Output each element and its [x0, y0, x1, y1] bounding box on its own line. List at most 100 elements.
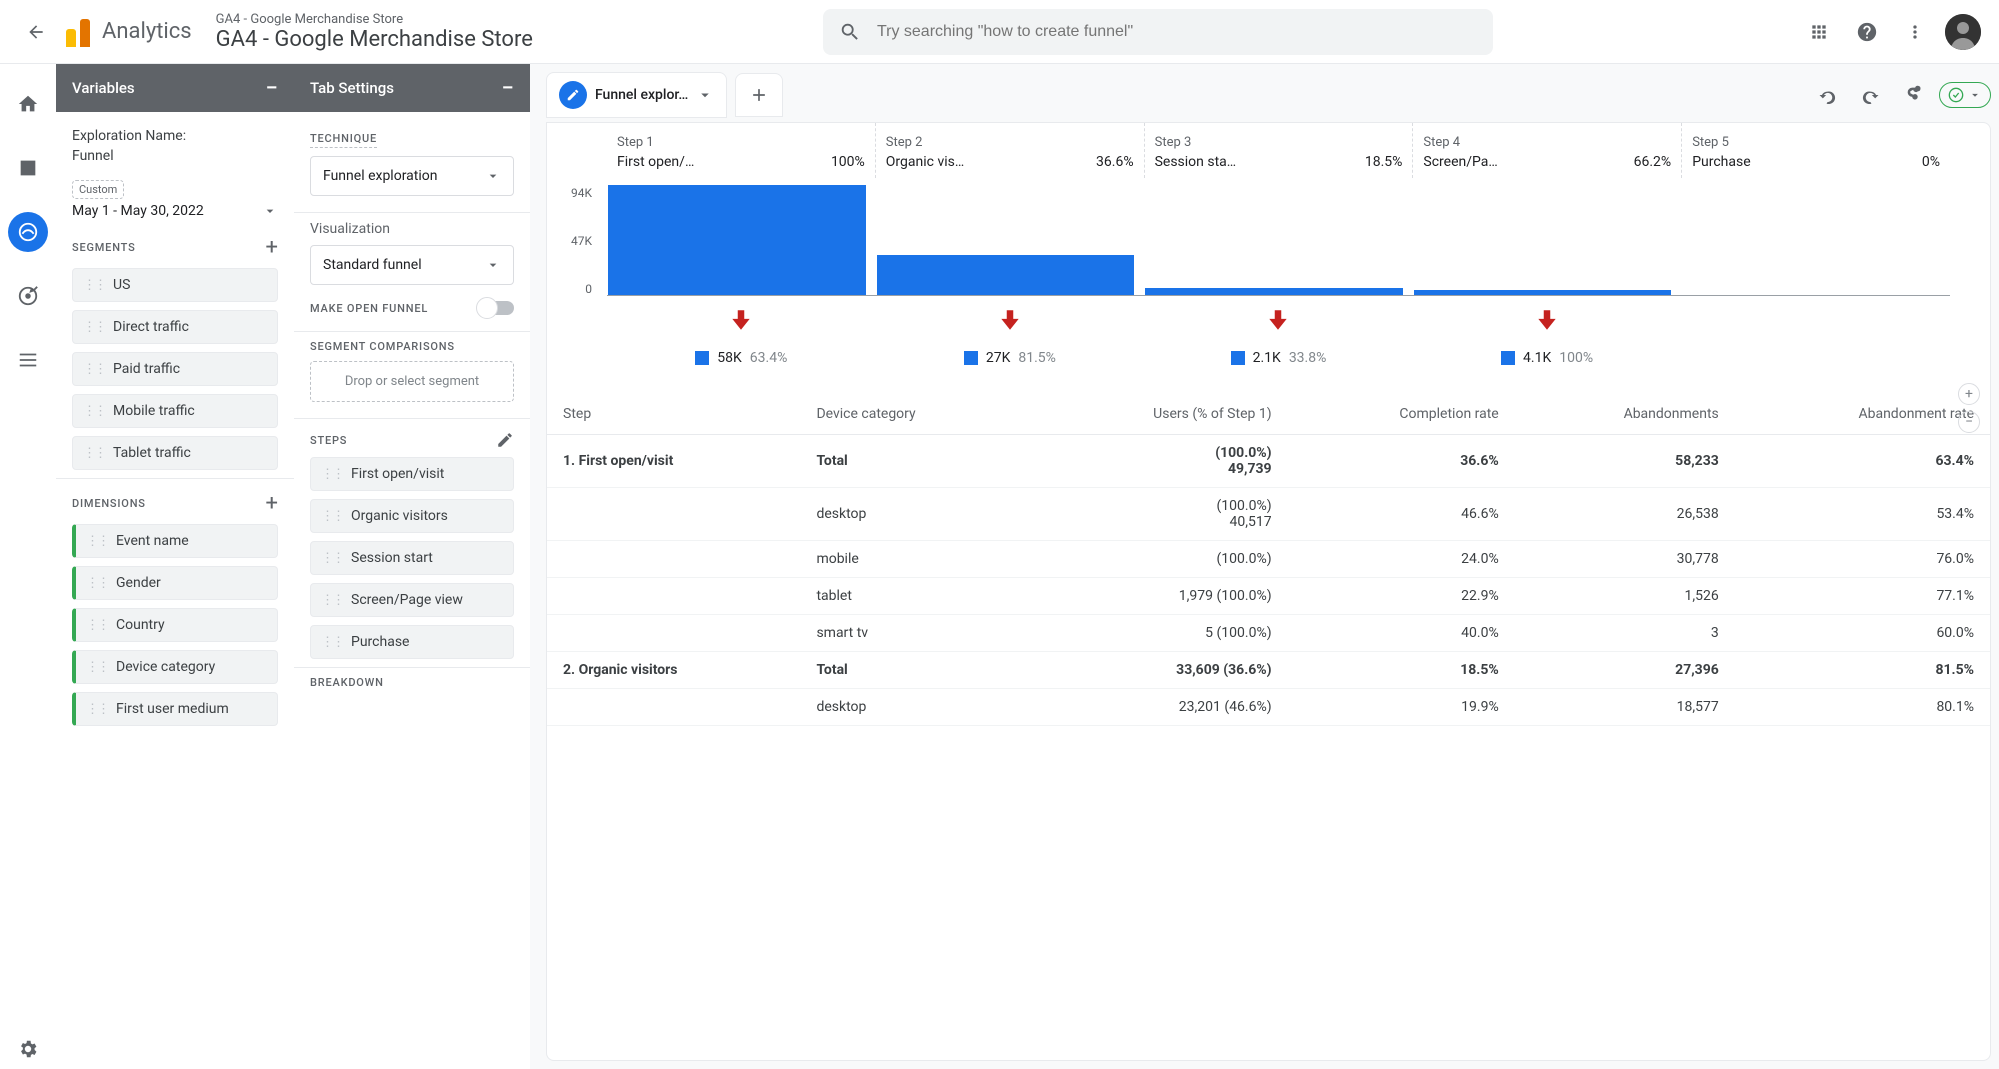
table-row[interactable]: 2. Organic visitors Total 33,609 (36.6%)…: [547, 652, 1990, 689]
visualization-value: Standard funnel: [323, 257, 422, 273]
report-content: Step 1 First open/…100% Step 2 Organic v…: [546, 122, 1991, 1061]
list-icon: [17, 349, 39, 371]
nav-reports[interactable]: [8, 148, 48, 188]
cell-device: smart tv: [800, 615, 1027, 652]
collapse-button[interactable]: −: [502, 76, 514, 101]
property-selector[interactable]: GA4 - Google Merchandise Store GA4 - Goo…: [216, 12, 533, 52]
property-path: GA4 - Google Merchandise Store: [216, 12, 533, 27]
cell-abandon: 1,526: [1515, 578, 1735, 615]
redo-button[interactable]: [1851, 75, 1891, 115]
apps-button[interactable]: [1799, 12, 1839, 52]
funnel-bar[interactable]: [877, 255, 1135, 295]
dimension-pill[interactable]: ⋮⋮Event name: [72, 524, 278, 558]
search-box[interactable]: [823, 9, 1493, 55]
funnel-bar[interactable]: [1414, 290, 1672, 295]
add-segment-button[interactable]: +: [266, 235, 278, 260]
zoom-out-button[interactable]: −: [1958, 411, 1980, 433]
segment-label: Tablet traffic: [113, 445, 191, 461]
cell-abandon-rate: 53.4%: [1735, 488, 1990, 541]
th-step[interactable]: Step: [547, 394, 800, 435]
zoom-controls: + −: [1958, 383, 1980, 433]
cell-completion: 46.6%: [1288, 488, 1515, 541]
funnel-table: Step Device category Users (% of Step 1)…: [547, 394, 1990, 726]
property-title: GA4 - Google Merchandise Store: [216, 27, 533, 52]
table-row[interactable]: 1. First open/visit Total (100.0%)49,739…: [547, 435, 1990, 488]
edit-steps-button[interactable]: [496, 431, 514, 449]
funnel-step-header: Step 4 Screen/Pa…66.2%: [1412, 123, 1681, 178]
help-button[interactable]: [1847, 12, 1887, 52]
step-percent: 66.2%: [1634, 154, 1672, 170]
collapse-button[interactable]: −: [266, 76, 278, 101]
funnel-bar[interactable]: [1145, 288, 1403, 295]
table-row[interactable]: tablet 1,979 (100.0%) 22.9% 1,526 77.1%: [547, 578, 1990, 615]
funnel-bar[interactable]: [608, 185, 866, 295]
account-button[interactable]: [1943, 12, 1983, 52]
product-name: Analytics: [102, 19, 192, 44]
nav-home[interactable]: [8, 84, 48, 124]
drop-indicator: [1413, 298, 1682, 342]
step-pill[interactable]: ⋮⋮Purchase: [310, 625, 514, 659]
step-stats: 27K 81.5%: [876, 342, 1145, 374]
th-abandon[interactable]: Abandonments: [1515, 394, 1735, 435]
cell-completion: 24.0%: [1288, 541, 1515, 578]
date-range-selector[interactable]: May 1 - May 30, 2022: [72, 203, 278, 219]
segment-label: Mobile traffic: [113, 403, 195, 419]
left-nav-rail: [0, 64, 56, 1069]
step-pill[interactable]: ⋮⋮First open/visit: [310, 457, 514, 491]
search-input[interactable]: [877, 23, 1477, 41]
table-row[interactable]: desktop 23,201 (46.6%) 19.9% 18,577 80.1…: [547, 689, 1990, 726]
segment-pill[interactable]: ⋮⋮Paid traffic: [72, 352, 278, 386]
table-row[interactable]: smart tv 5 (100.0%) 40.0% 3 60.0%: [547, 615, 1990, 652]
nav-configure[interactable]: [8, 340, 48, 380]
drag-handle-icon: ⋮⋮: [86, 534, 108, 549]
dimension-pill[interactable]: ⋮⋮First user medium: [72, 692, 278, 726]
technique-select[interactable]: Funnel exploration: [310, 156, 514, 196]
table-row[interactable]: desktop (100.0%)40,517 46.6% 26,538 53.4…: [547, 488, 1990, 541]
dimension-pill[interactable]: ⋮⋮Country: [72, 608, 278, 642]
drag-handle-icon: ⋮⋮: [83, 404, 105, 419]
step-pill[interactable]: ⋮⋮Session start: [310, 541, 514, 575]
step-pill[interactable]: ⋮⋮Organic visitors: [310, 499, 514, 533]
step-label: Session start: [351, 550, 433, 566]
th-device[interactable]: Device category: [800, 394, 1027, 435]
nav-explore[interactable]: [8, 212, 48, 252]
visualization-select[interactable]: Standard funnel: [310, 245, 514, 285]
more-button[interactable]: [1895, 12, 1935, 52]
cell-step: [547, 488, 800, 541]
status-indicator[interactable]: [1939, 82, 1991, 108]
open-funnel-toggle[interactable]: [478, 301, 514, 315]
th-users[interactable]: Users (% of Step 1): [1027, 394, 1287, 435]
zoom-in-button[interactable]: +: [1958, 383, 1980, 405]
th-abandon-rate[interactable]: Abandonment rate: [1735, 394, 1990, 435]
exploration-name[interactable]: Funnel: [72, 148, 278, 164]
th-completion[interactable]: Completion rate: [1288, 394, 1515, 435]
bar-slot: [876, 186, 1145, 295]
segment-pill[interactable]: ⋮⋮US: [72, 268, 278, 302]
redo-icon: [1861, 85, 1881, 105]
add-dimension-button[interactable]: +: [266, 491, 278, 516]
dimension-pill[interactable]: ⋮⋮Device category: [72, 650, 278, 684]
step-pill[interactable]: ⋮⋮Screen/Page view: [310, 583, 514, 617]
cell-abandon: 18,577: [1515, 689, 1735, 726]
bar-slot: [1413, 186, 1682, 295]
add-tab-button[interactable]: [735, 73, 783, 117]
canvas-tab-active[interactable]: Funnel explor…: [546, 72, 727, 118]
back-button[interactable]: [16, 12, 56, 52]
logo[interactable]: Analytics: [64, 17, 192, 47]
cell-users: 5 (100.0%): [1027, 615, 1287, 652]
share-button[interactable]: [1895, 75, 1935, 115]
segment-pill[interactable]: ⋮⋮Direct traffic: [72, 310, 278, 344]
undo-button[interactable]: [1807, 75, 1847, 115]
drag-handle-icon: ⋮⋮: [83, 320, 105, 335]
nav-admin[interactable]: [8, 1029, 48, 1069]
segment-pill[interactable]: ⋮⋮Tablet traffic: [72, 436, 278, 470]
bar-slot: [1144, 186, 1413, 295]
table-row[interactable]: mobile (100.0%) 24.0% 30,778 76.0%: [547, 541, 1990, 578]
nav-advertising[interactable]: [8, 276, 48, 316]
cell-abandon: 27,396: [1515, 652, 1735, 689]
segment-drop-zone[interactable]: Drop or select segment: [310, 361, 514, 402]
dimension-pill[interactable]: ⋮⋮Gender: [72, 566, 278, 600]
main: Variables − Exploration Name: Funnel Cus…: [0, 64, 1999, 1069]
cell-abandon-rate: 76.0%: [1735, 541, 1990, 578]
segment-pill[interactable]: ⋮⋮ Mobile traffic: [72, 394, 278, 428]
